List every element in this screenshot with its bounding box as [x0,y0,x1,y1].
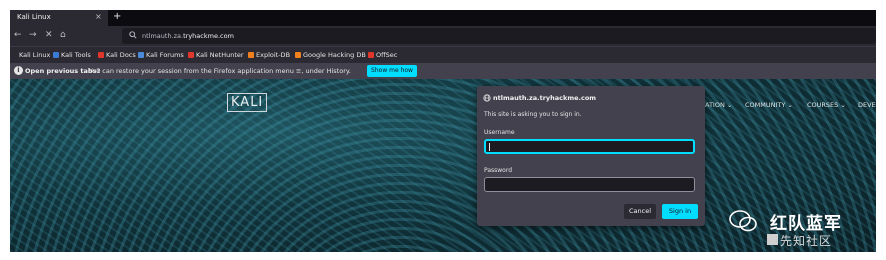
url-bar[interactable]: ntlmauth.za.tryhackme.com [122,28,876,44]
back-arrow-icon[interactable]: ← [14,30,22,40]
bookmarks-toolbar: Kali Linux Kali Tools Kali Docs Kali For… [10,46,876,63]
username-field[interactable] [484,139,695,154]
info-icon: i [14,66,23,75]
new-tab-icon[interactable]: + [113,11,121,22]
menu-developers[interactable]: DEVE [858,101,876,109]
kali-tools-icon [53,52,59,58]
offsec-icon [368,52,374,58]
menu-courses[interactable]: COURSES ⌄ [807,101,846,109]
watermark-title: 红队蓝军 [770,214,842,234]
bookmark-kali-tools[interactable]: Kali Tools [53,51,91,59]
dialog-message: This site is asking you to sign in. [484,111,582,118]
url-text: ntlmauth.za.tryhackme.com [142,32,234,40]
password-label: Password [484,167,513,174]
sign-in-button[interactable]: Sign in [662,204,698,219]
watermark: 红队蓝军 先知社区 [728,206,868,252]
tab-title: Kali Linux [17,13,51,21]
home-icon[interactable]: ⌂ [60,30,66,40]
show-me-how-button[interactable]: Show me how [367,65,417,77]
menu-community[interactable]: COMMUNITY ⌄ [745,101,793,109]
url-prefix: ntlmauth.za. [142,32,184,40]
kali-docs-icon [98,52,104,58]
text-caret [489,143,490,151]
restore-session-notification: i Open previous tabs? You can restore yo… [10,63,876,79]
bookmark-google-hacking-db[interactable]: Google Hacking DB [295,51,366,59]
tab-strip: Kali Linux × + [10,10,876,26]
bookmark-kali-docs[interactable]: Kali Docs [98,51,136,59]
bookmark-kali-forums[interactable]: Kali Forums [138,51,184,59]
stop-icon[interactable]: ✕ [45,30,53,40]
watermark-logo-icon [767,234,778,245]
cancel-button[interactable]: Cancel [624,204,656,219]
kali-logo[interactable]: KALI [227,93,268,112]
kali-forums-icon [138,52,144,58]
forward-arrow-icon[interactable]: → [29,30,37,40]
navigation-bar: ← → ✕ ⌂ ntlmauth.za.tryhackme.com [10,26,876,46]
bookmark-kali-nethunter[interactable]: Kali NetHunter [188,51,244,59]
notice-text: You can restore your session from the Fi… [89,67,351,75]
username-label: Username [484,129,515,136]
google-hacking-db-icon [295,52,301,58]
kali-nethunter-icon [188,52,194,58]
tab-close-icon[interactable]: × [95,12,102,21]
search-icon [129,31,137,39]
bookmark-exploit-db[interactable]: Exploit-DB [248,51,290,59]
url-host: tryhackme.com [183,32,234,40]
bookmark-kali-linux[interactable]: Kali Linux [19,51,50,59]
dialog-host: ntlmauth.za.tryhackme.com [493,94,597,102]
wechat-icon [729,210,757,232]
menu-documentation[interactable]: ATION ⌄ [705,101,732,109]
bookmark-offsec[interactable]: OffSec [368,51,397,59]
tab-kali-linux[interactable]: Kali Linux × [10,10,108,26]
password-field[interactable] [484,177,695,192]
globe-icon [483,94,491,102]
exploit-db-icon [248,52,254,58]
auth-dialog: ntlmauth.za.tryhackme.com This site is a… [477,86,705,226]
watermark-subtitle: 先知社区 [780,234,833,248]
